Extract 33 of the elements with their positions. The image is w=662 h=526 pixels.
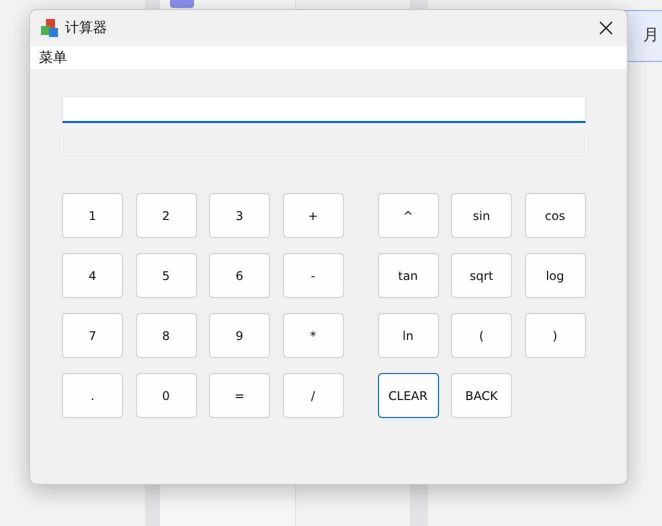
key-button[interactable]: ) [524, 313, 586, 358]
menu-item[interactable]: 菜单 [39, 48, 67, 66]
key-button[interactable]: 7 [62, 313, 123, 358]
key-button[interactable]: CLEAR [378, 373, 438, 418]
key-button[interactable]: - [282, 253, 344, 298]
key-button[interactable]: 5 [136, 253, 196, 298]
key-button[interactable]: 1 [62, 193, 123, 238]
key-button[interactable]: 2 [136, 193, 196, 238]
key-button[interactable]: sqrt [451, 253, 512, 298]
key-button[interactable]: ^ [378, 193, 438, 238]
panel-text: 月 [643, 25, 659, 46]
key-button[interactable]: ( [451, 313, 512, 358]
key-button[interactable]: 8 [136, 313, 196, 358]
key-button[interactable]: = [209, 373, 270, 418]
key-button[interactable]: 6 [209, 253, 270, 298]
key-button[interactable]: * [282, 313, 344, 358]
input-field[interactable] [62, 96, 586, 123]
key-button[interactable]: BACK [451, 373, 512, 418]
key-button[interactable]: 4 [62, 253, 123, 298]
key-button[interactable]: / [282, 373, 344, 418]
key-button[interactable]: sin [451, 193, 512, 238]
key-button[interactable]: + [282, 193, 344, 238]
cubes-icon [39, 18, 59, 38]
key-button[interactable]: log [524, 253, 586, 298]
key-button[interactable]: 0 [136, 373, 196, 418]
key-button[interactable]: 3 [209, 193, 270, 238]
key-button[interactable]: cos [524, 193, 586, 238]
window-title: 计算器 [65, 19, 108, 37]
key-button[interactable]: . [62, 373, 123, 418]
key-button[interactable]: tan [378, 253, 438, 298]
close-icon[interactable] [599, 21, 613, 35]
key-button[interactable]: ln [378, 313, 438, 358]
key-button[interactable]: 9 [209, 313, 270, 358]
